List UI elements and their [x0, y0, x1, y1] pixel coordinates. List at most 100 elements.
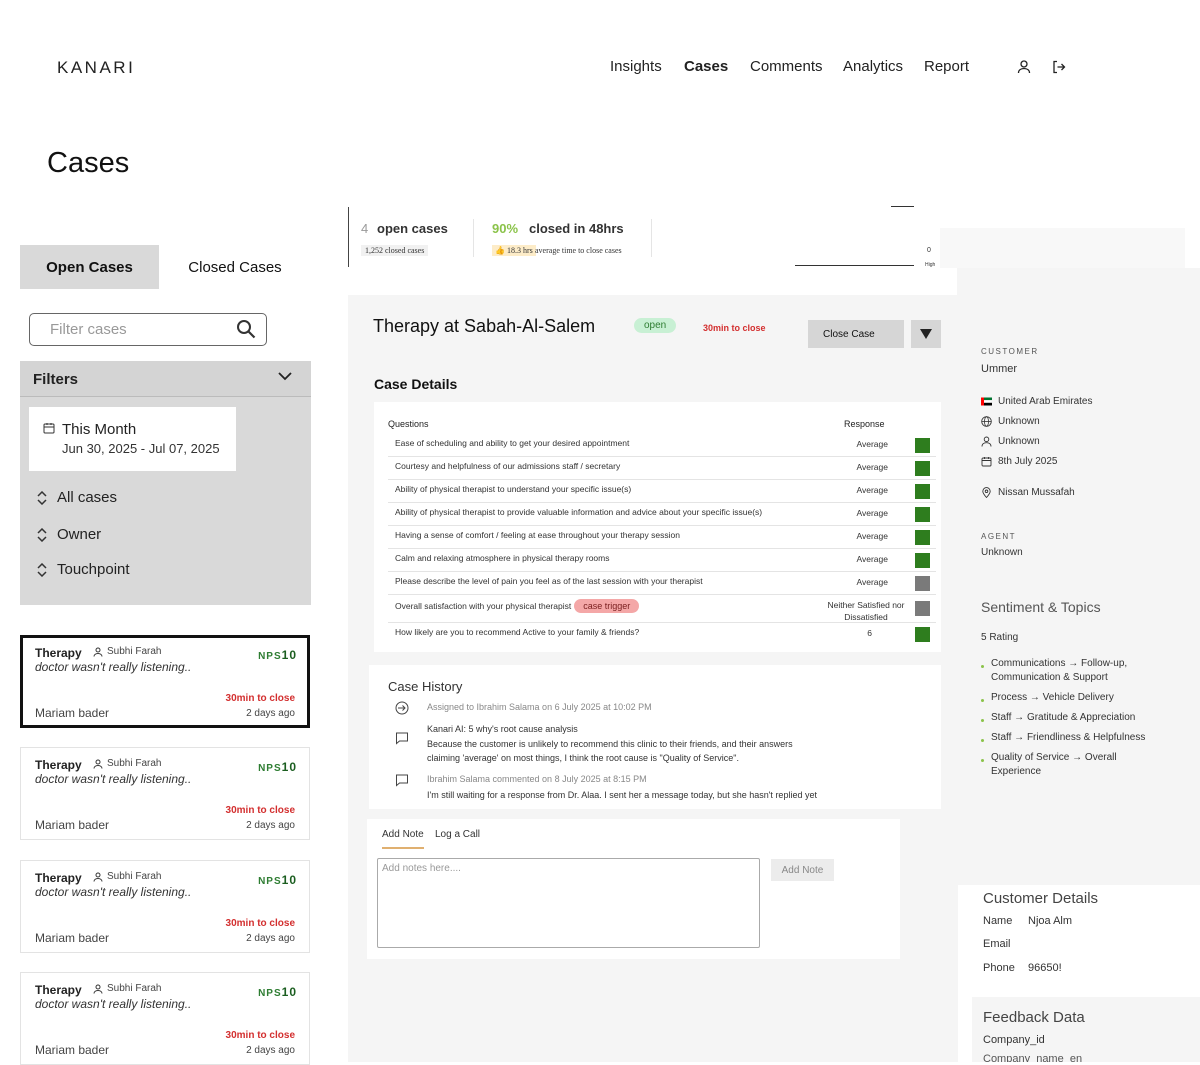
open-cases-count: 4	[361, 221, 369, 236]
sort-icon	[37, 562, 47, 577]
topic-dot	[981, 759, 984, 762]
sentiment-topics-title: Sentiment & Topics	[981, 599, 1101, 615]
logout-icon[interactable]	[1051, 59, 1067, 75]
nav-insights[interactable]: Insights	[610, 58, 662, 75]
case-history: Case History Assigned to Ibrahim Salama …	[369, 665, 941, 809]
close-case-button[interactable]: Close Case	[808, 320, 904, 348]
feedback-data-panel: Feedback Data Company_id Company_name_en	[972, 997, 1200, 1062]
table-row: Overall satisfaction with your physical …	[388, 595, 936, 623]
response-indicator	[915, 461, 930, 476]
nav-comments[interactable]: Comments	[750, 58, 823, 75]
location-pin-icon	[982, 487, 991, 498]
filter-cases-box[interactable]	[29, 313, 267, 346]
customer-date: 8th July 2025	[981, 456, 1058, 467]
case-card[interactable]: Therapy Subhi Farah doctor wasn't really…	[20, 860, 310, 953]
calendar-icon	[43, 423, 55, 434]
background-strip	[940, 228, 1185, 268]
topic-line: Quality of Service → Overall	[991, 752, 1117, 763]
filter-all-cases[interactable]: All cases	[36, 489, 117, 506]
topic-dot	[981, 699, 984, 702]
nav-cases[interactable]: Cases	[684, 58, 728, 75]
case-card-time-to-close: 30min to close	[225, 693, 295, 704]
case-card-owner-name: Subhi Farah	[107, 871, 162, 882]
case-card[interactable]: Therapy Subhi Farah doctor wasn't really…	[20, 635, 310, 728]
question-text: Calm and relaxing atmosphere in physical…	[395, 553, 610, 563]
topic-item: Communications → Follow-up, Communication…	[981, 657, 1127, 685]
filter-touchpoint[interactable]: Touchpoint	[36, 561, 130, 578]
customer-gender: Unknown	[981, 436, 1040, 447]
filter-cases-input[interactable]	[50, 321, 230, 338]
globe-icon	[981, 416, 992, 427]
case-card-comment: doctor wasn't really listening..	[35, 772, 192, 786]
case-card-owner: Subhi Farah	[93, 871, 161, 882]
customer-language: Unknown	[981, 416, 1040, 427]
table-row: Calm and relaxing atmosphere in physical…	[388, 549, 936, 572]
case-stats: 4 open cases 1,252 closed cases 90% clos…	[348, 207, 658, 267]
question-cell: Overall satisfaction with your physical …	[395, 599, 640, 613]
filter-owner[interactable]: Owner	[36, 526, 101, 543]
response-value: Average	[856, 462, 888, 472]
customer-date-value: 8th July 2025	[998, 456, 1058, 467]
closed-48h-label: closed in 48hrs	[529, 221, 624, 236]
case-card-owner: Subhi Farah	[93, 758, 161, 769]
case-card-age: 2 days ago	[246, 933, 295, 944]
response-value: Average	[856, 508, 888, 518]
filter-all-cases-label: All cases	[57, 489, 118, 506]
case-card-nps: NPS10	[258, 873, 297, 887]
tab-log-call[interactable]: Log a Call	[435, 829, 480, 840]
filter-owner-label: Owner	[57, 526, 102, 543]
filters-header[interactable]: Filters	[20, 361, 311, 397]
case-actions-dropdown[interactable]	[911, 320, 941, 348]
mini-chart-baseline	[795, 265, 914, 266]
topic-item: Staff → Gratitude & Appreciation	[981, 711, 1135, 725]
customer-name-label: Name	[983, 915, 1013, 927]
date-range-picker[interactable]: This Month Jun 30, 2025 - Jul 07, 2025	[29, 407, 236, 471]
user-icon[interactable]	[1016, 59, 1032, 75]
feedback-company-id: Company_id	[983, 1034, 1045, 1046]
user-icon	[93, 647, 103, 657]
search-icon[interactable]	[236, 319, 256, 339]
customer-email-label: Email	[983, 938, 1011, 950]
table-row: Ability of physical therapist to provide…	[388, 503, 936, 526]
customer-details-panel: Customer Details Name Njoa Alm Email Pho…	[972, 885, 1200, 997]
note-textarea[interactable]	[377, 858, 760, 948]
customer-location-value: Nissan Mussafah	[998, 487, 1075, 498]
case-card-comment: doctor wasn't really listening..	[35, 885, 192, 899]
mini-chart-line	[891, 206, 914, 207]
case-card[interactable]: Therapy Subhi Farah doctor wasn't really…	[20, 972, 310, 1065]
triangle-down-icon	[920, 329, 932, 339]
response-indicator	[915, 438, 930, 453]
stats-divider	[651, 219, 652, 257]
case-card[interactable]: Therapy Subhi Farah doctor wasn't really…	[20, 747, 310, 840]
case-title: Therapy at Sabah-Al-Salem	[373, 316, 596, 336]
add-note-button[interactable]: Add Note	[771, 859, 834, 881]
feedback-data-title: Feedback Data	[983, 1009, 1085, 1026]
chevron-down-icon[interactable]	[277, 369, 293, 383]
response-indicator	[915, 601, 930, 616]
topic-text: Communications → Follow-up, Communication…	[991, 657, 1127, 685]
nav-analytics[interactable]: Analytics	[843, 58, 903, 75]
tab-open-cases[interactable]: Open Cases	[20, 245, 159, 289]
case-card-customer: Mariam bader	[35, 1043, 110, 1057]
customer-location: Nissan Mussafah	[981, 487, 1075, 498]
filter-touchpoint-label: Touchpoint	[57, 561, 130, 578]
tab-add-note[interactable]: Add Note	[382, 829, 424, 849]
topic-line: Communications → Follow-up,	[991, 658, 1128, 669]
case-card-owner-name: Subhi Farah	[107, 646, 162, 657]
tab-closed-cases[interactable]: Closed Cases	[159, 245, 311, 289]
customer-details-title: Customer Details	[983, 890, 1099, 907]
case-card-owner: Subhi Farah	[93, 646, 161, 657]
kanari-logo[interactable]: KANARI	[57, 58, 135, 78]
table-row: Ability of physical therapist to underst…	[388, 480, 936, 503]
comment-date: commented on 8 July 2025 at 8:15 PM	[490, 774, 647, 784]
comment-author: Ibrahim Salama	[427, 774, 491, 784]
case-card-age: 2 days ago	[246, 820, 295, 831]
nav-report[interactable]: Report	[924, 58, 969, 75]
date-range-label: This Month	[62, 421, 137, 438]
customer-name: Ummer	[981, 363, 1018, 375]
nps-label: NPS	[258, 651, 282, 662]
table-row: Please describe the level of pain you fe…	[388, 572, 936, 595]
response-indicator	[915, 530, 930, 545]
page-title: Cases	[47, 147, 130, 179]
case-card-customer: Mariam bader	[35, 706, 110, 720]
